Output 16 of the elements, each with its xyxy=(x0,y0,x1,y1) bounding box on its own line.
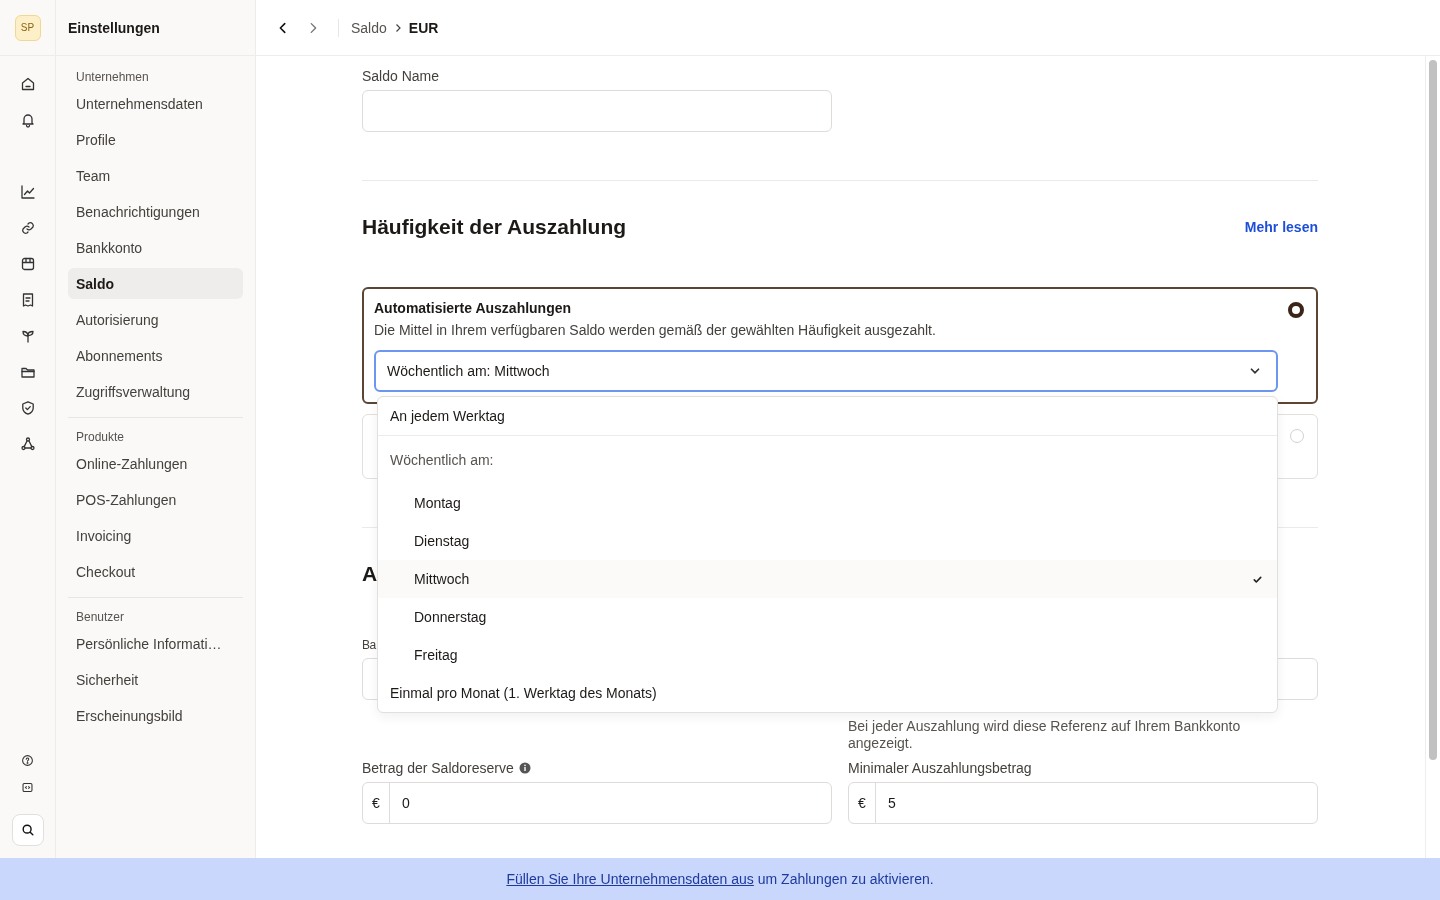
field-label: Saldo Name xyxy=(362,68,441,84)
field-label: Betrag der Saldoreserve xyxy=(362,759,514,776)
group-heading: Benutzer xyxy=(75,609,126,626)
section-title: Häufigkeit der Auszahlung xyxy=(362,215,627,239)
section-title: A xyxy=(362,562,378,586)
option-description: Die Mittel in Ihrem verfügbaren Saldo werden gemäß der gewählten Häufigkeit ausgezahlt. xyxy=(374,322,936,338)
sidebar-title: Einstellungen xyxy=(68,19,160,36)
banner-message: Füllen Sie Ihre Unternehmensdaten aus um Zahlungen zu aktivieren. xyxy=(506,871,934,887)
breadcrumb-current: EUR xyxy=(408,19,439,36)
field-hint: Bei jeder Auszahlung wird diese Referenz auf Ihrem Bankkonto angezeigt. xyxy=(848,718,1242,752)
field-label: Ba xyxy=(362,638,376,652)
group-heading: Produkte xyxy=(75,429,126,446)
group-heading: Unternehmen xyxy=(75,69,150,86)
option-title: Automatisierte Auszahlungen xyxy=(374,300,573,316)
menu-group-heading: Wöchentlich am: xyxy=(389,451,495,470)
field-label: Minimaler Auszahlungsbetrag xyxy=(848,759,1032,776)
